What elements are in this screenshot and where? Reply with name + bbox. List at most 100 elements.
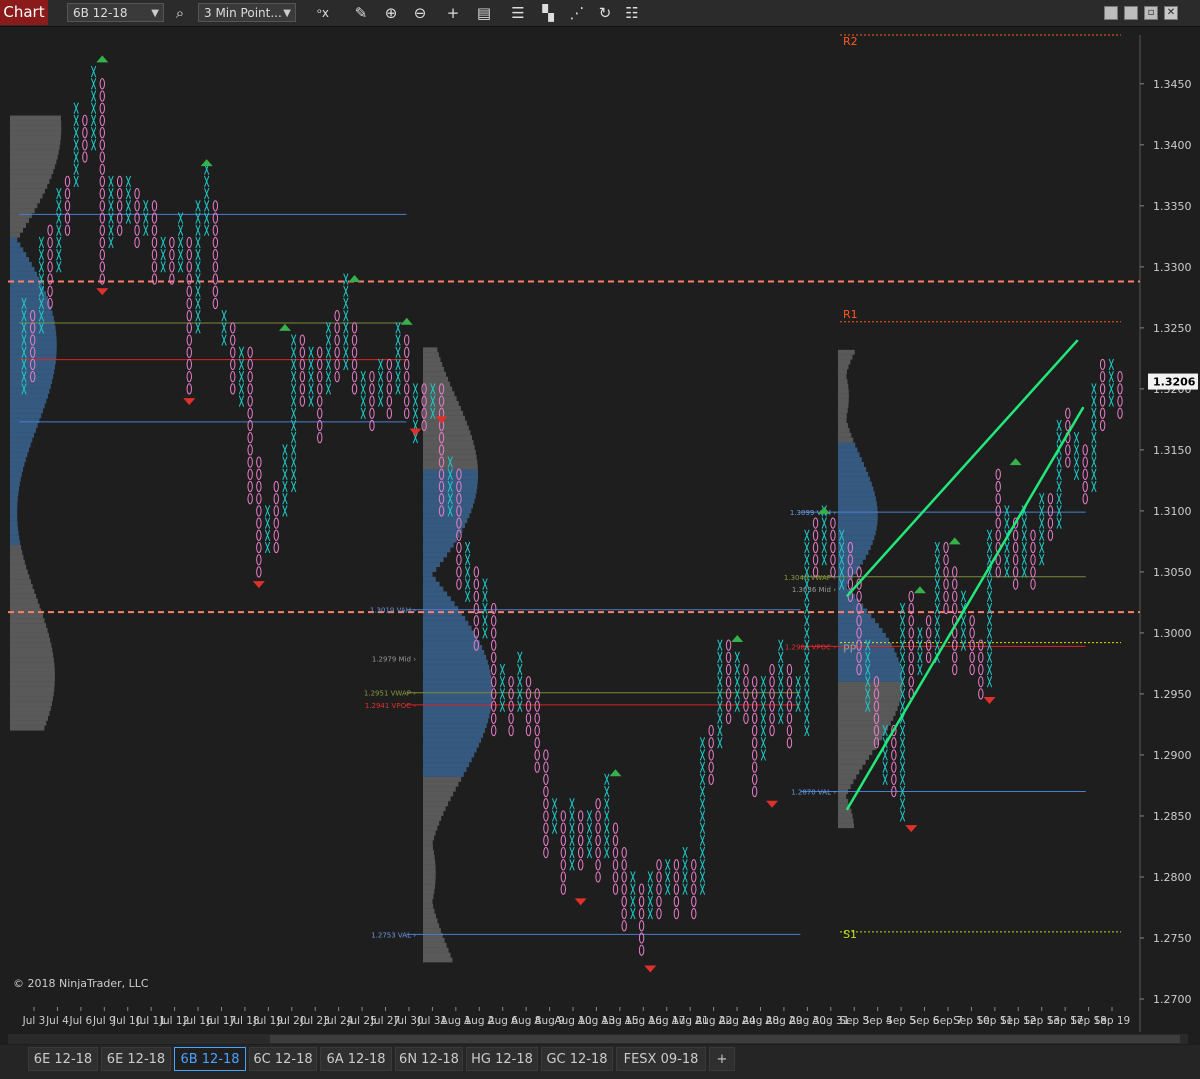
volume-profile-bar — [10, 349, 57, 355]
volume-profile-bar — [10, 613, 43, 619]
volume-profile-bar — [423, 772, 464, 777]
crosshair-icon[interactable]: + — [443, 3, 463, 23]
chevron-down-icon: ▼ — [283, 8, 291, 19]
volume-profile-bar — [423, 855, 435, 860]
volume-profile-bar — [10, 261, 32, 267]
volume-profile-bar — [838, 466, 867, 472]
volume-profile-bar — [838, 457, 862, 463]
volume-profile-bar — [10, 637, 51, 643]
volume-profile-bar — [10, 501, 18, 507]
volume-profile-bar — [423, 679, 492, 685]
volume-profile-bar — [423, 488, 477, 494]
instrument-tab[interactable]: 6B 12-18 — [174, 1047, 246, 1071]
volume-profile-bar — [10, 530, 19, 536]
volume-profile-bar — [10, 715, 48, 721]
volume-profile-bar — [423, 479, 478, 485]
volume-profile-bar — [838, 501, 877, 507]
volume-profile-bar — [423, 581, 440, 587]
volume-profile-bar — [423, 352, 439, 358]
volume-profile-bar — [423, 767, 467, 773]
volume-profile-bar — [838, 432, 852, 438]
chart-panel[interactable]: R2 R1 PP S1 1.3019 VAH › 1.2979 Mid › 1.2951 V… — [0, 27, 1200, 1032]
horizontal-scrollbar[interactable] — [8, 1034, 1188, 1044]
volume-profile-bar — [423, 913, 436, 919]
volume-profile-bar — [10, 481, 20, 487]
search-icon[interactable]: ⌕ — [170, 3, 190, 23]
time-tick-label: Sep 19 — [1094, 1015, 1131, 1027]
instrument-selector[interactable]: 6B 12-18 ▼ — [67, 3, 164, 22]
instrument-tab[interactable]: 6N 12-18 — [395, 1047, 463, 1071]
copyright-text: © 2018 NinjaTrader, LLC — [13, 977, 149, 990]
properties-icon[interactable]: ☷ — [622, 3, 642, 23]
add-tab-button[interactable]: + — [709, 1047, 735, 1071]
volume-profile-bar — [10, 281, 42, 287]
volume-profile-bar — [423, 523, 465, 528]
reload-icon[interactable]: ↻ — [595, 3, 615, 23]
volume-profile-bar — [10, 696, 53, 702]
instrument-tab[interactable]: 6E 12-18 — [101, 1047, 171, 1071]
instrument-tab[interactable]: 6A 12-18 — [320, 1047, 392, 1071]
volume-profile-bar — [10, 286, 45, 292]
volume-profile-bar — [10, 359, 56, 365]
instrument-tab[interactable]: FESX 09-18 — [616, 1047, 706, 1071]
strategies-icon[interactable]: ☰ — [508, 3, 528, 23]
volume-profile-bar — [838, 408, 848, 414]
drawing-tools-icon[interactable]: ▚ — [538, 3, 558, 23]
period-selector[interactable]: 3 Min Point... ▼ — [198, 3, 296, 22]
volume-profile-bar — [10, 252, 27, 258]
volume-profile-bar — [10, 457, 26, 463]
maximize-button[interactable]: ▫ — [1144, 6, 1158, 20]
volume-profile-bar — [423, 532, 460, 538]
close-button[interactable]: ✕ — [1164, 6, 1178, 20]
volume-profile-bar — [10, 174, 52, 179]
instrument-tab[interactable]: HG 12-18 — [466, 1047, 538, 1071]
profile-label: 1.3019 VAH › — [370, 607, 416, 615]
minimize-button[interactable] — [1104, 6, 1118, 20]
volume-profile-bar — [10, 623, 47, 629]
volume-profile-bar — [423, 552, 448, 558]
zoom-out-icon[interactable]: ⊖ — [410, 3, 430, 23]
volume-profile-bar — [10, 535, 20, 541]
volume-profile-bar — [423, 362, 443, 367]
instrument-tab[interactable]: 6C 12-18 — [249, 1047, 317, 1071]
scrollbar-thumb[interactable] — [270, 1035, 1180, 1043]
instrument-tab[interactable]: GC 12-18 — [541, 1047, 613, 1071]
volume-profile-bar — [10, 222, 26, 228]
volume-profile-bar — [423, 698, 492, 704]
pivot-label-s1: S1 — [843, 928, 857, 941]
bar-type-icon[interactable]: ᵒx — [313, 3, 333, 23]
volume-profile-bar — [838, 808, 852, 814]
volume-profile-bar — [423, 567, 437, 572]
volume-profile-bar — [838, 437, 854, 443]
volume-profile-bar — [838, 423, 848, 428]
price-tick-label: 1.3250 — [1153, 322, 1192, 335]
instrument-tab[interactable]: 6E 12-18 — [28, 1047, 98, 1071]
volume-profile-bar — [423, 894, 434, 899]
profile-label: 1.2753 VAL › — [371, 931, 416, 939]
volume-profile-bar — [10, 139, 61, 145]
volume-profile-bar — [838, 725, 889, 731]
volume-profile-bar — [838, 515, 878, 521]
volume-profile-bar — [423, 757, 472, 763]
pencil-icon[interactable]: ✎ — [351, 3, 371, 23]
volume-profile-bar — [10, 247, 24, 253]
instrument-value: 6B 12-18 — [73, 6, 128, 20]
restore-button[interactable] — [1124, 6, 1138, 20]
volume-profile-bar — [10, 662, 55, 668]
chart-label[interactable]: Chart — [0, 0, 48, 25]
indicators-icon[interactable]: ⋰ — [567, 3, 587, 23]
volume-profile-bar — [423, 845, 433, 851]
volume-profile-bar — [10, 496, 18, 502]
volume-profile-bar — [423, 864, 436, 870]
price-tick-label: 1.2900 — [1153, 749, 1192, 762]
zoom-in-icon[interactable]: ⊕ — [381, 3, 401, 23]
volume-profile-bar — [423, 547, 451, 553]
volume-profile-bar — [423, 376, 449, 382]
volume-profile-bar — [10, 301, 50, 306]
volume-profile-bar — [10, 237, 18, 243]
pivot-label-pp: PP — [843, 643, 857, 656]
data-box-icon[interactable]: ▤ — [474, 3, 494, 23]
volume-profile-bar — [838, 667, 902, 672]
volume-profile-bar — [423, 386, 453, 392]
volume-profile-bar — [423, 859, 436, 865]
